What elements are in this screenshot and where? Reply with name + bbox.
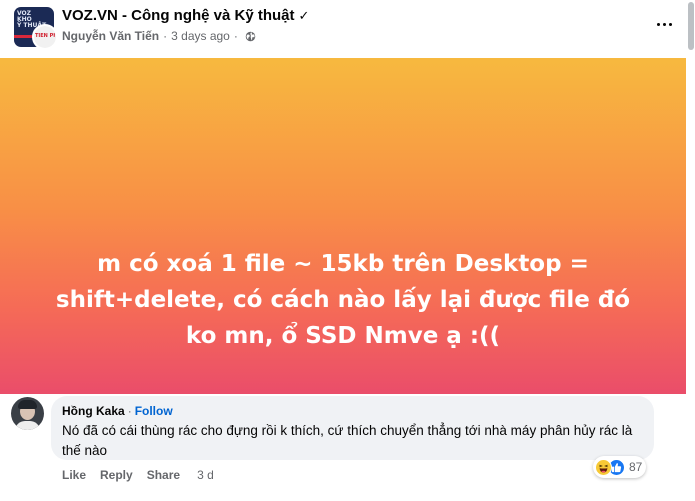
reaction-count: 87 (629, 460, 643, 474)
author-name[interactable]: Nguyễn Văn Tiến (62, 29, 159, 43)
comment-header: Hồng Kaka · Follow (62, 404, 173, 418)
author-avatar-text: TIÊN PHÁT (35, 33, 55, 39)
post-meta: Nguyễn Văn Tiến · 3 days ago · (62, 29, 256, 43)
author-avatar[interactable]: TIÊN PHÁT (32, 24, 58, 50)
scrollbar-thumb[interactable] (688, 2, 694, 50)
share-button[interactable]: Share (147, 468, 180, 482)
comment-actions: Like Reply Share 3 d (62, 468, 214, 482)
comment-separator: · (127, 404, 132, 418)
group-name[interactable]: VOZ.VN - Công nghệ và Kỹ thuật ✓ (62, 7, 309, 24)
post-header: VOZ KHO Ỹ THUẬT TIÊN PHÁT VOZ.VN - Công … (0, 0, 695, 58)
commenter-avatar-body (15, 421, 40, 430)
thumbs-up-graphic (611, 462, 622, 472)
more-dot-1 (656, 22, 660, 26)
meta-separator: · (163, 29, 168, 43)
status-text: m có xoá 1 file ~ 15kb trên Desktop = sh… (0, 246, 686, 354)
comment-text: Nó đã có cái thùng rác cho đựng rồi k th… (62, 423, 633, 458)
status-line-2: shift+delete, có cách nào lấy lại được f… (55, 287, 631, 313)
verified-icon: ✓ (298, 8, 310, 23)
like-button[interactable]: Like (62, 468, 86, 482)
follow-button[interactable]: Follow (135, 404, 173, 418)
comment-time[interactable]: 3 d (197, 468, 214, 482)
more-options-icon[interactable] (654, 14, 674, 34)
status-line-1: m có xoá 1 file ~ 15kb trên Desktop = (97, 251, 589, 277)
commenter-avatar[interactable] (11, 397, 44, 430)
more-dot-3 (668, 22, 672, 26)
globe-icon[interactable] (245, 31, 256, 42)
commenter-avatar-hair (18, 400, 37, 409)
reaction-summary[interactable]: 87 (593, 456, 647, 478)
meta-separator-2: · (233, 29, 238, 43)
post-time[interactable]: 3 days ago (171, 29, 230, 43)
feed-post: VOZ KHO Ỹ THUẬT TIÊN PHÁT VOZ.VN - Công … (0, 0, 695, 501)
commenter-name[interactable]: Hồng Kaka (62, 404, 125, 418)
status-line-3: ko mn, ổ SSD Nmve ạ :(( (185, 323, 501, 349)
haha-face-graphic (596, 459, 611, 475)
group-name-label: VOZ.VN - Công nghệ và Kỹ thuật (62, 7, 295, 24)
scrollbar[interactable] (686, 0, 695, 501)
haha-icon (595, 458, 612, 476)
more-dot-2 (662, 22, 666, 26)
reply-button[interactable]: Reply (100, 468, 133, 482)
